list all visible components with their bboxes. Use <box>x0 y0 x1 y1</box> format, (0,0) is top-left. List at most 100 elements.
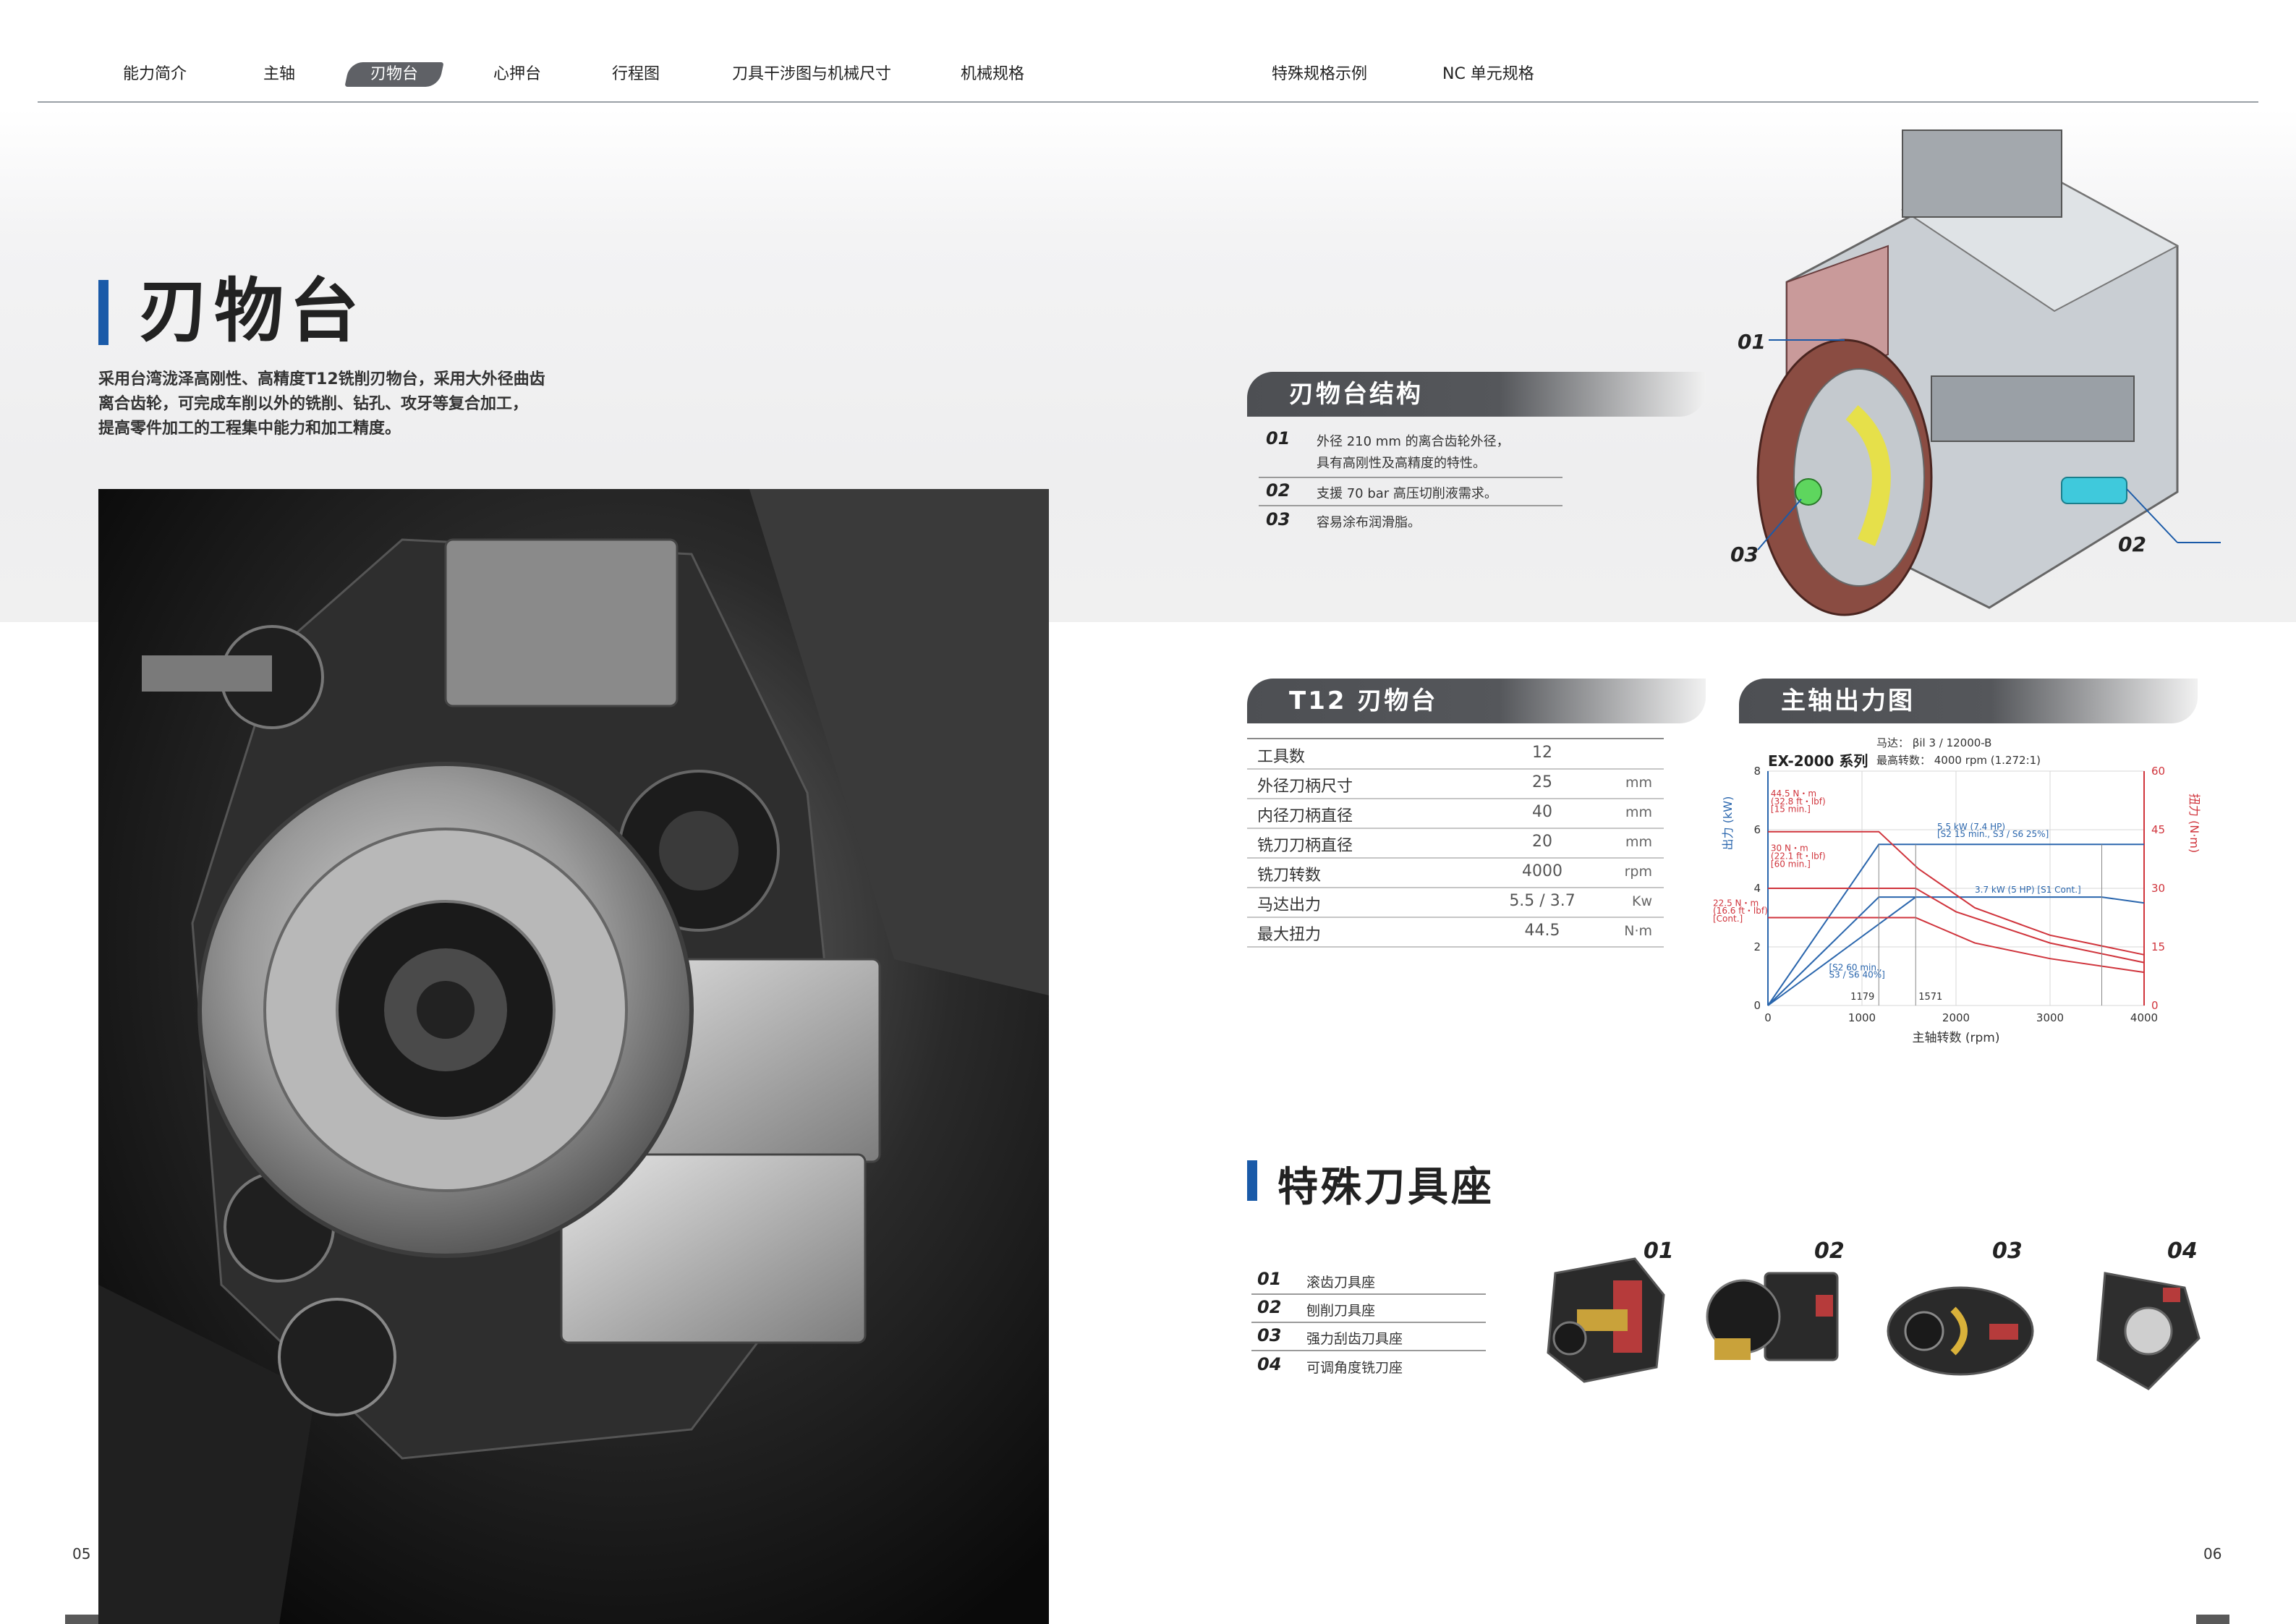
shaper-holder-image <box>1706 1272 1839 1361</box>
tool-divider <box>1251 1350 1486 1351</box>
x-tick-label: 0 <box>1764 1011 1772 1024</box>
spindle-output-chart: 0 1000 2000 3000 4000024680153045601179 15714… <box>1713 765 2201 1045</box>
tool-item-label: 可调角度铣刀座 <box>1306 1360 1403 1376</box>
x-tick-label: 2000 <box>1942 1011 1970 1024</box>
spec-row: 工具数 12 <box>1247 739 1664 770</box>
y-left-tick-label: 8 <box>1753 765 1761 778</box>
spec-unit: N·m <box>1624 923 1652 939</box>
page-title: 刃物台 <box>139 271 365 352</box>
nav-tab-interference[interactable]: 刀具干涉图与机械尺寸 <box>732 62 891 87</box>
structure-divider <box>1259 477 1562 478</box>
tool-photo-number: 03 <box>1992 1238 2023 1264</box>
y-right-tick-label: 60 <box>2151 765 2165 778</box>
structure-item-number: 03 <box>1266 509 1291 530</box>
turret-spec-header: T12 刃物台 <box>1247 679 1706 723</box>
spec-label: 外径刀柄尺寸 <box>1257 778 1353 796</box>
spec-label: 铣刀刀柄直径 <box>1257 837 1353 855</box>
spec-value: 40 <box>1532 803 1552 821</box>
tool-item-label: 强力刮齿刀具座 <box>1306 1331 1403 1347</box>
structure-title: 刃物台结构 <box>1289 380 1423 409</box>
spec-row: 马达出力 5.5 / 3.7 Kw <box>1247 888 1664 918</box>
top-navigation: 能力简介 主轴 刃物台 心押台 行程图 刀具干涉图与机械尺寸 机械规格 特殊规格… <box>0 0 2296 105</box>
spec-row: 铣刀转数 4000 rpm <box>1247 858 1664 888</box>
x-axis-title: 主轴转数 (rpm) <box>1912 1031 1999 1045</box>
special-tools-title: 特殊刀具座 <box>1277 1164 1494 1211</box>
skiving-holder-image <box>1887 1286 2034 1376</box>
spec-value: 20 <box>1532 833 1552 851</box>
structure-item-text: 支援 70 bar 高压切削液需求。 <box>1317 486 1497 501</box>
chart-annotation: [S2 15 min., S3 / S6 25%] <box>1937 829 2049 839</box>
structure-item-number: 01 <box>1266 428 1291 448</box>
spec-label: 内径刀柄直径 <box>1257 807 1353 825</box>
structure-item-number: 02 <box>1266 480 1291 501</box>
spec-row: 最大扭力 44.5 N·m <box>1247 917 1664 948</box>
spec-value: 4000 <box>1522 862 1562 880</box>
title-accent-bar <box>98 280 109 345</box>
structure-item-text: 容易涂布润滑脂。 <box>1317 515 1421 530</box>
chart-annotation: [15 min.] <box>1771 804 1811 815</box>
tool-item-number: 04 <box>1257 1354 1282 1374</box>
spec-label: 马达出力 <box>1257 896 1322 914</box>
spec-label: 工具数 <box>1257 748 1306 766</box>
spec-value: 12 <box>1532 744 1552 762</box>
intro-line: 离合齿轮，可完成车削以外的铣削、钻孔、攻牙等复合加工， <box>98 395 529 413</box>
y-right-axis-title: 扭力 (N·m) <box>2187 794 2201 853</box>
tool-divider <box>1251 1322 1486 1323</box>
structure-header: 刃物台结构 <box>1247 372 1706 417</box>
tool-item-label: 滚齿刀具座 <box>1306 1275 1376 1291</box>
spec-row: 铣刀刀柄直径 20 mm <box>1247 828 1664 859</box>
speed-marker-label: 1179 <box>1850 992 1874 1003</box>
nav-tab-stroke[interactable]: 行程图 <box>612 62 660 87</box>
spec-value: 44.5 <box>1524 922 1560 940</box>
nav-divider <box>38 101 2258 103</box>
chart-annotation: S3 / S6 40%] <box>1829 970 1885 980</box>
y-left-tick-label: 0 <box>1753 999 1761 1012</box>
intro-line: 采用台湾泷泽高刚性、高精度T12铣削刃物台，采用大外径曲齿 <box>98 370 545 388</box>
bottom-bar-right <box>2196 1615 2229 1624</box>
nav-tab-capability[interactable]: 能力简介 <box>123 62 187 87</box>
chart-annotation: 3.7 kW (5 HP) [S1 Cont.] <box>1975 885 2081 895</box>
spec-label: 铣刀转数 <box>1257 867 1322 885</box>
spec-row: 内径刀柄直径 40 mm <box>1247 799 1664 829</box>
structure-item-text: 具有高刚性及高精度的特性。 <box>1317 456 1486 471</box>
page-number-right: 06 <box>2203 1545 2222 1563</box>
spec-unit: rpm <box>1624 864 1652 880</box>
y-left-tick-label: 4 <box>1753 882 1761 895</box>
callout-02: 02 <box>2118 532 2146 556</box>
y-right-tick-label: 0 <box>2151 999 2159 1012</box>
bottom-bar-left <box>65 1615 98 1624</box>
x-tick-label: 3000 <box>2036 1011 2064 1024</box>
nav-tab-turret[interactable]: 刃物台 <box>344 62 444 87</box>
hob-holder-image <box>1547 1257 1665 1383</box>
spec-unit: mm <box>1625 804 1652 820</box>
intro-text: 采用台湾泷泽高刚性、高精度T12铣削刃物台，采用大外径曲齿 离合齿轮，可完成车削… <box>98 367 619 441</box>
y-right-tick-label: 15 <box>2151 940 2165 953</box>
chart-annotation: [60 min.] <box>1771 859 1811 869</box>
callout-01: 01 <box>1738 330 1766 354</box>
spec-row: 外径刀柄尺寸 25 mm <box>1247 769 1664 799</box>
nav-tab-tailstock[interactable]: 心押台 <box>493 62 541 87</box>
x-tick-label: 1000 <box>1848 1011 1876 1024</box>
y-left-tick-label: 6 <box>1753 823 1761 836</box>
spec-unit: mm <box>1625 775 1652 791</box>
nav-tab-turret-label: 刃物台 <box>370 65 418 83</box>
spec-value: 25 <box>1532 773 1552 791</box>
turret-spec-title: T12 刃物台 <box>1289 686 1438 715</box>
turret-illustration <box>98 489 1049 1624</box>
angle-holder-image <box>2096 1272 2201 1390</box>
nav-tab-spindle[interactable]: 主轴 <box>263 62 295 87</box>
chart-annotation: [Cont.] <box>1713 914 1743 924</box>
callout-03: 03 <box>1730 543 1759 566</box>
spec-value: 5.5 / 3.7 <box>1509 892 1576 910</box>
spec-unit: Kw <box>1632 893 1652 909</box>
chart-header: 主轴出力图 <box>1739 679 2198 723</box>
nav-tab-machine-spec[interactable]: 机械规格 <box>961 62 1024 87</box>
turret-photo <box>98 489 1049 1624</box>
chart-motor-line: 马达： βil 3 / 12000-B <box>1876 736 1992 749</box>
y-right-tick-label: 45 <box>2151 823 2165 836</box>
nav-tab-nc-unit[interactable]: NC 单元规格 <box>1442 62 1534 87</box>
nav-tab-special-spec[interactable]: 特殊规格示例 <box>1272 62 1367 87</box>
spec-label: 最大扭力 <box>1257 926 1322 944</box>
y-right-tick-label: 30 <box>2151 882 2165 895</box>
tool-item-number: 01 <box>1257 1269 1282 1289</box>
